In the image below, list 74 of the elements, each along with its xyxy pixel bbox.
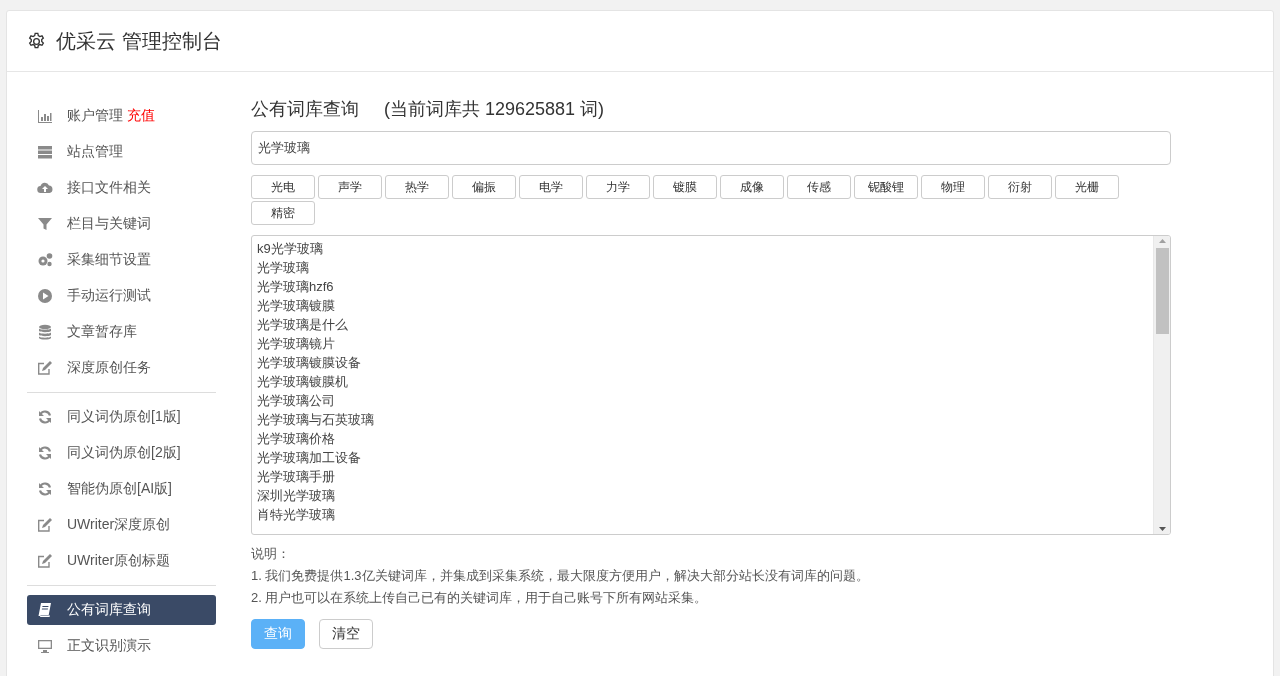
refresh-icon xyxy=(37,409,53,425)
result-item[interactable]: 光学玻璃加工设备 xyxy=(257,448,1148,467)
sidebar-item[interactable]: 账户管理 充值 xyxy=(27,101,216,131)
console-title: 优采云 管理控制台 xyxy=(56,28,222,54)
sidebar-item[interactable]: 深度原创任务 xyxy=(27,353,216,383)
result-item[interactable]: 深圳光学玻璃 xyxy=(257,486,1148,505)
sidebar-item[interactable]: 采集细节设置 xyxy=(27,245,216,275)
result-item[interactable]: k9光学玻璃 xyxy=(257,239,1148,258)
sidebar-item[interactable]: UWriter深度原创 xyxy=(27,510,216,540)
scrollbar[interactable] xyxy=(1153,236,1170,534)
keyword-tag[interactable]: 衍射 xyxy=(988,175,1052,199)
sidebar-item[interactable]: UWriter原创标题 xyxy=(27,546,216,576)
edit-icon xyxy=(37,553,53,569)
keyword-tag[interactable]: 镀膜 xyxy=(653,175,717,199)
cloud-upload-icon xyxy=(37,180,53,196)
keyword-tag[interactable]: 力学 xyxy=(586,175,650,199)
result-item[interactable]: 光学玻璃镀膜机 xyxy=(257,372,1148,391)
keyword-tag[interactable]: 成像 xyxy=(720,175,784,199)
gears-icon xyxy=(37,252,53,268)
bar-chart-icon xyxy=(37,108,53,124)
scroll-down-icon[interactable] xyxy=(1157,525,1167,534)
scrollbar-thumb[interactable] xyxy=(1155,248,1169,334)
sidebar-item[interactable]: 手动运行测试 xyxy=(27,281,216,311)
result-item[interactable]: 光学玻璃手册 xyxy=(257,467,1148,486)
page-title: 公有词库查询 xyxy=(251,98,359,121)
word-count-note: (当前词库共 129625881 词) xyxy=(384,98,605,121)
filter-icon xyxy=(37,216,53,232)
result-item[interactable]: 光学玻璃与石英玻璃 xyxy=(257,410,1148,429)
sidebar-item[interactable]: 站点管理 xyxy=(27,137,216,167)
scroll-up-icon[interactable] xyxy=(1157,236,1167,245)
sidebar-item[interactable]: 正文识别演示 xyxy=(27,631,216,661)
refresh-icon xyxy=(37,481,53,497)
result-item[interactable]: 光学玻璃价格 xyxy=(257,429,1148,448)
keyword-tag[interactable]: 热学 xyxy=(385,175,449,199)
keyword-tag[interactable]: 声学 xyxy=(318,175,382,199)
note-text: 1. 我们免费提供1.3亿关键词库，并集成到采集系统，最大限度方便用户，解决大部分站长没有词库的问题。 xyxy=(251,567,870,585)
result-item[interactable]: 光学玻璃公司 xyxy=(257,391,1148,410)
result-item[interactable]: 光学玻璃 xyxy=(257,258,1148,277)
edit-icon xyxy=(37,360,53,376)
database-icon xyxy=(37,324,53,340)
sidebar-item[interactable]: 文章暂存库 xyxy=(27,317,216,347)
search-field[interactable]: 光学玻璃 xyxy=(251,131,1171,165)
keyword-tag[interactable]: 光电 xyxy=(251,175,315,199)
result-item[interactable]: 光学玻璃hzf6 xyxy=(257,277,1148,296)
note-text: 2. 用户也可以在系统上传自己已有的关键词库，用于自己账号下所有网站采集。 xyxy=(251,589,709,607)
keyword-tag[interactable]: 偏振 xyxy=(452,175,516,199)
sidebar-item[interactable]: 公有词库查询 xyxy=(27,595,216,625)
keyword-tag[interactable]: 铌酸锂 xyxy=(854,175,918,199)
result-item[interactable]: 光学玻璃镜片 xyxy=(257,334,1148,353)
keyword-tag[interactable]: 精密 xyxy=(251,201,315,225)
notes-heading: 说明： xyxy=(251,545,291,563)
keyword-tag[interactable]: 光栅 xyxy=(1055,175,1119,199)
monitor-icon xyxy=(37,638,53,654)
result-item[interactable]: 光学玻璃是什么 xyxy=(257,315,1148,334)
play-icon xyxy=(37,288,53,304)
book-icon xyxy=(37,602,53,618)
result-item[interactable]: 光学玻璃镀膜设备 xyxy=(257,353,1148,372)
keyword-tag[interactable]: 物理 xyxy=(921,175,985,199)
sidebar-item[interactable]: 栏目与关键词 xyxy=(27,209,216,239)
keyword-tag[interactable]: 传感 xyxy=(787,175,851,199)
result-item[interactable]: 肖特光学玻璃 xyxy=(257,505,1148,524)
clear-button[interactable]: 清空 xyxy=(319,619,373,649)
settings-icon xyxy=(27,31,46,51)
sidebar-item[interactable]: 接口文件相关 xyxy=(27,173,216,203)
sidebar-item[interactable]: 同义词伪原创[2版] xyxy=(27,438,216,468)
keyword-tag[interactable]: 电学 xyxy=(519,175,583,199)
refresh-icon xyxy=(37,445,53,461)
recharge-link[interactable]: 充值 xyxy=(127,107,155,125)
sidebar-item[interactable]: 智能伪原创[AI版] xyxy=(27,474,216,504)
server-icon xyxy=(37,144,53,160)
results-listbox[interactable]: k9光学玻璃 光学玻璃 光学玻璃hzf6 光学玻璃镀膜 光学玻璃是什么 光学玻璃镜片 光学玻璃镀膜设备 光学玻璃镀膜机 光学玻璃公司 光学玻璃与石英玻璃 光学玻璃价格 光学玻璃加工设备 光学玻璃手册 深圳光学玻璃 肖特光学玻璃 xyxy=(251,235,1171,535)
result-item[interactable]: 光学玻璃镀膜 xyxy=(257,296,1148,315)
sidebar-item[interactable]: 同义词伪原创[1版] xyxy=(27,402,216,432)
edit-icon xyxy=(37,517,53,533)
